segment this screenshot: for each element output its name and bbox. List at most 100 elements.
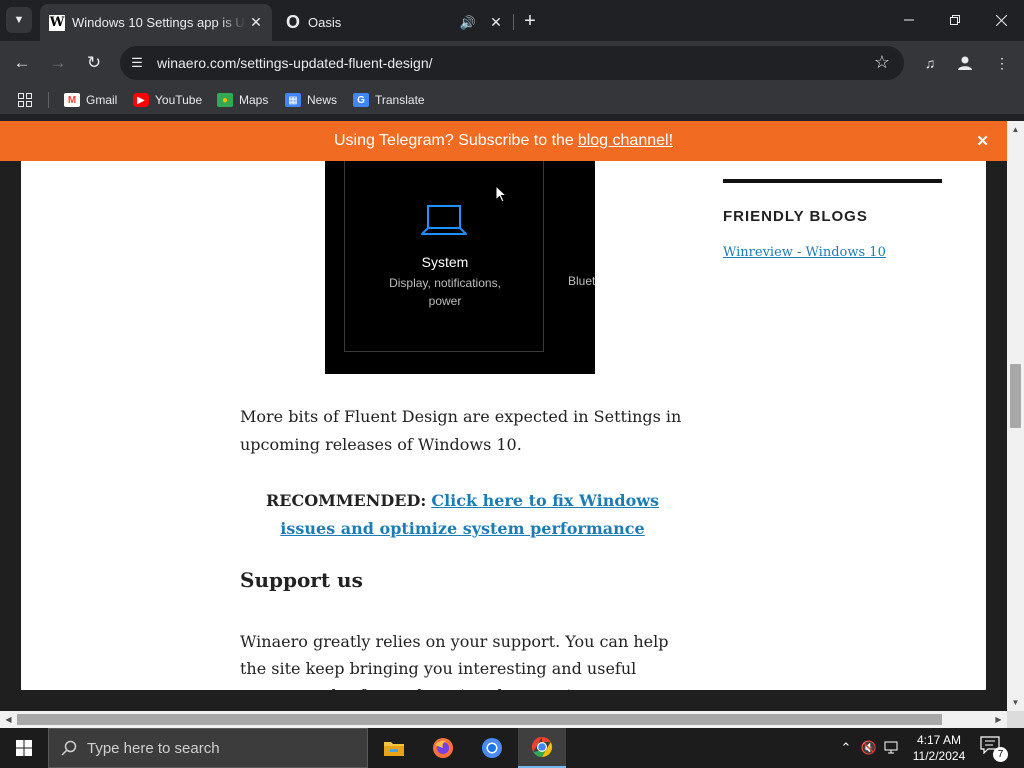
scroll-down-icon[interactable]: ▼ xyxy=(1007,694,1024,711)
laptop-icon xyxy=(421,205,467,235)
minimize-icon xyxy=(904,19,914,21)
article-paragraph: More bits of Fluent Design are expected … xyxy=(240,407,682,454)
page-content: System Display, notifications, power Blu… xyxy=(21,121,986,690)
apps-grid-icon xyxy=(18,93,32,107)
volume-button[interactable]: 🔇 xyxy=(858,728,880,768)
bookmark-maps[interactable]: ● Maps xyxy=(217,92,268,108)
tab-title: Windows 10 Settings app is Updated with … xyxy=(72,15,246,30)
file-explorer-button[interactable] xyxy=(370,728,418,768)
restore-button[interactable] xyxy=(932,0,978,40)
bookmark-youtube[interactable]: ▶ YouTube xyxy=(133,92,202,108)
search-icon xyxy=(61,740,77,756)
settings-screenshot: System Display, notifications, power Blu… xyxy=(325,161,595,374)
tab-title: Oasis xyxy=(308,15,342,30)
news-icon: ▦ xyxy=(285,93,301,107)
bookmark-star-icon[interactable]: ☆ xyxy=(874,52,890,73)
chromium-button[interactable] xyxy=(468,728,516,768)
bookmark-news[interactable]: ▦ News xyxy=(285,92,337,108)
vertical-scrollbar[interactable]: ▲ ▼ xyxy=(1007,121,1024,711)
windows-logo-icon xyxy=(16,740,32,756)
youtube-icon: ▶ xyxy=(133,93,149,107)
speaker-icon[interactable]: 🔊 xyxy=(460,15,476,31)
scroll-left-icon[interactable]: ◀ xyxy=(0,711,17,728)
tile-title: System xyxy=(421,254,469,270)
kebab-menu-icon: ⋮ xyxy=(995,54,1009,71)
vertical-scroll-thumb[interactable] xyxy=(1010,364,1021,428)
winaero-favicon-icon: W xyxy=(49,14,65,31)
close-icon xyxy=(995,14,1007,26)
bookmark-label: Translate xyxy=(375,93,425,107)
gmail-icon: M xyxy=(64,93,80,107)
web-page: Using Telegram? Subscribe to the blog ch… xyxy=(0,121,1007,711)
tab-strip: ▼ W Windows 10 Settings app is Updated w… xyxy=(0,0,1024,41)
folder-icon xyxy=(384,742,404,756)
firefox-icon xyxy=(433,738,453,758)
close-tab-icon[interactable]: ✕ xyxy=(486,13,506,33)
address-bar[interactable]: ☰ winaero.com/settings-updated-fluent-de… xyxy=(120,46,904,80)
windows-taskbar: Type here to search ⌃ 🔇 4:17 AM 11/2/202… xyxy=(0,728,1024,768)
minimize-button[interactable] xyxy=(886,0,932,40)
close-window-button[interactable] xyxy=(978,0,1024,40)
bookmark-translate[interactable]: G Translate xyxy=(353,92,425,108)
chevron-up-icon: ⌃ xyxy=(840,740,852,755)
taskbar-clock[interactable]: 4:17 AM 11/2/2024 xyxy=(900,732,978,764)
translate-icon: G xyxy=(353,93,369,107)
bookmark-gmail[interactable]: M Gmail xyxy=(64,92,117,108)
arrow-left-icon: ← xyxy=(13,53,31,72)
clock-date: 11/2/2024 xyxy=(912,749,966,763)
sidebar-divider xyxy=(723,179,942,183)
tab-winaero[interactable]: W Windows 10 Settings app is Updated wit… xyxy=(40,4,272,41)
tab-search-button[interactable]: ▼ xyxy=(6,7,32,33)
show-hidden-icons-button[interactable]: ⌃ xyxy=(836,728,856,768)
action-center-button[interactable]: 7 xyxy=(980,736,1008,762)
oasis-favicon-icon: O xyxy=(285,12,300,32)
recommended-label: RECOMMENDED: xyxy=(265,491,427,510)
profile-icon xyxy=(958,56,972,70)
scroll-right-icon[interactable]: ▶ xyxy=(990,711,1007,728)
system-tile: System Display, notifications, power xyxy=(344,161,544,352)
chrome-button[interactable] xyxy=(518,728,566,768)
firefox-button[interactable] xyxy=(419,728,467,768)
maps-icon: ● xyxy=(217,93,233,107)
network-icon xyxy=(884,741,898,754)
chevron-down-icon: ▼ xyxy=(13,14,25,26)
url-text[interactable]: winaero.com/settings-updated-fluent-desi… xyxy=(157,55,433,71)
mouse-cursor-icon xyxy=(495,185,508,203)
tab-oasis[interactable]: O Oasis 🔊 ✕ xyxy=(276,4,512,41)
bookmark-label: Gmail xyxy=(86,93,118,107)
scrollbar-corner xyxy=(1007,711,1024,728)
reload-icon: ↻ xyxy=(86,53,102,72)
profile-button[interactable] xyxy=(953,51,977,75)
support-paragraph: Winaero greatly relies on your support. … xyxy=(240,632,669,690)
tab-separator xyxy=(513,14,514,30)
new-tab-button[interactable]: + xyxy=(518,9,542,33)
media-control-button[interactable]: ♫ xyxy=(918,51,942,75)
taskbar-search-box[interactable]: Type here to search xyxy=(48,728,368,768)
horizontal-scrollbar[interactable]: ◀ ▶ xyxy=(0,711,1007,728)
horizontal-scroll-thumb[interactable] xyxy=(17,714,942,725)
back-button[interactable]: ← xyxy=(8,49,36,77)
blog-channel-link[interactable]: blog channel! xyxy=(578,132,673,150)
start-button[interactable] xyxy=(0,728,48,768)
bookmark-label: News xyxy=(307,93,338,107)
menu-button[interactable]: ⋮ xyxy=(990,51,1014,75)
banner-close-icon[interactable]: ✕ xyxy=(976,132,989,150)
site-info-icon[interactable]: ☰ xyxy=(128,54,146,72)
chrome-icon xyxy=(531,736,553,758)
scroll-up-icon[interactable]: ▲ xyxy=(1007,121,1024,138)
bookmarks-bar: M Gmail ▶ YouTube ● Maps ▦ News G Transl… xyxy=(0,85,1024,115)
volume-muted-icon: 🔇 xyxy=(860,740,878,755)
reload-button[interactable]: ↻ xyxy=(80,49,108,77)
winreview-link[interactable]: Winreview - Windows 10 xyxy=(723,245,942,260)
bookmark-label: YouTube xyxy=(155,93,203,107)
telegram-banner: Using Telegram? Subscribe to the blog ch… xyxy=(0,121,1007,161)
forward-button[interactable]: → xyxy=(44,49,72,77)
sidebar: FRIENDLY BLOGS Winreview - Windows 10 xyxy=(723,179,942,260)
apps-button[interactable] xyxy=(18,92,32,108)
arrow-right-icon: → xyxy=(49,53,67,72)
browser-toolbar: ← → ↻ ☰ winaero.com/settings-updated-flu… xyxy=(0,41,1024,85)
close-tab-icon[interactable]: ✕ xyxy=(246,13,266,33)
bookmarks-separator xyxy=(48,92,49,108)
network-button[interactable] xyxy=(882,728,902,768)
notification-badge: 7 xyxy=(993,747,1008,762)
